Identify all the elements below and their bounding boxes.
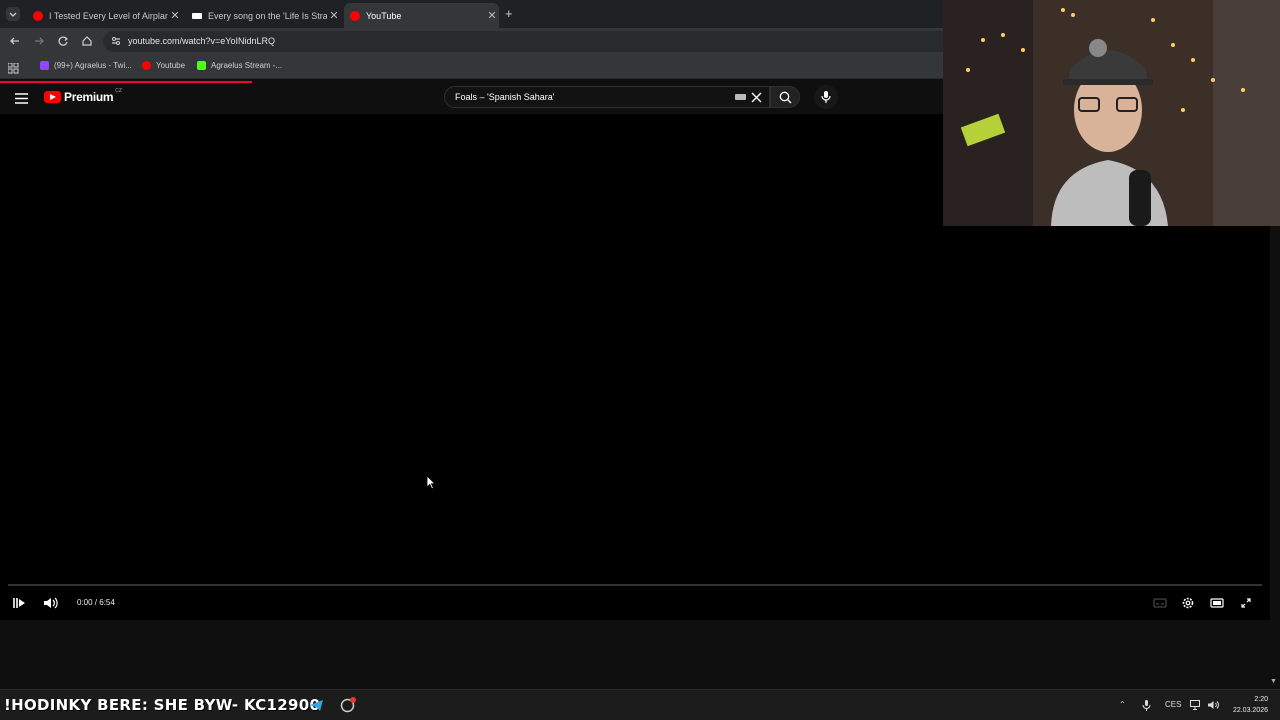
bookmark-twitch[interactable]: (99+) Agraelus - Twi...	[40, 61, 132, 70]
apps-grid-icon[interactable]	[7, 61, 19, 79]
close-tab-icon[interactable]: ✕	[485, 9, 499, 22]
clear-search-icon[interactable]	[751, 92, 762, 103]
back-arrow-icon[interactable]	[8, 34, 22, 48]
network-icon[interactable]	[1190, 700, 1201, 712]
tab-search-button[interactable]	[6, 7, 20, 21]
bookmark-label: Youtube	[156, 61, 186, 70]
play-pause-icon[interactable]	[12, 596, 26, 610]
bookmark-kick[interactable]: Agraelus Stream -...	[197, 61, 282, 70]
mouse-cursor-icon	[426, 475, 436, 490]
new-tab-button[interactable]: +	[505, 6, 513, 21]
search-query: Foals – 'Spanish Sahara'	[455, 92, 555, 102]
country-code: CZ	[115, 88, 122, 94]
youtube-play-logo-icon	[44, 91, 61, 103]
keyboard-icon[interactable]	[735, 94, 746, 100]
chevron-down-icon	[9, 12, 17, 17]
search-button[interactable]	[770, 86, 800, 108]
input-language[interactable]: CES	[1165, 700, 1181, 709]
search-icon	[779, 91, 792, 104]
clock-time: 2:20	[1254, 696, 1268, 703]
clock-date: 22.03.2026	[1232, 707, 1268, 714]
fullscreen-icon[interactable]	[1239, 596, 1253, 610]
scroll-down-icon[interactable]: ▼	[1270, 678, 1277, 685]
show-hidden-icons-icon[interactable]: ⌃	[1119, 700, 1126, 709]
page-loading-bar	[0, 81, 252, 83]
bookmark-label: (99+) Agraelus - Twi...	[54, 61, 132, 70]
site-settings-icon[interactable]	[110, 35, 122, 47]
settings-gear-icon[interactable]	[1181, 596, 1195, 610]
windows-taskbar: !HODINKY BERE: SHE BYW- KC12900 ⌃ CES 2:…	[0, 689, 1280, 720]
subtitles-icon[interactable]	[1153, 596, 1167, 610]
below-player-area	[0, 620, 1280, 688]
kick-icon	[197, 61, 206, 70]
logo-text: Premium	[64, 90, 114, 104]
search-input[interactable]: Foals – 'Spanish Sahara'	[444, 86, 770, 108]
home-icon[interactable]	[80, 34, 94, 48]
tab-title: Every song on the 'Life Is Strange'	[208, 10, 327, 21]
tab-life-is-strange[interactable]: Every song on the 'Life Is Strange' ✕	[186, 3, 341, 28]
tab-youtube[interactable]: YouTube ✕	[344, 3, 499, 28]
video-progress-bar[interactable]	[8, 584, 1262, 586]
tab-airplane[interactable]: I Tested Every Level of Airplane ✕	[27, 3, 182, 28]
tab-strip: I Tested Every Level of Airplane ✕ Every…	[0, 0, 943, 28]
url-text: youtube.com/watch?v=eYoINidnLRQ	[128, 36, 276, 46]
tab-title: YouTube	[366, 10, 402, 21]
stream-ticker: !HODINKY BERE: SHE BYW- KC12900	[4, 696, 321, 714]
nme-favicon-icon	[192, 12, 202, 19]
twitch-icon	[40, 61, 49, 70]
youtube-icon	[142, 61, 151, 70]
volume-icon[interactable]	[43, 596, 58, 610]
hamburger-menu-icon[interactable]	[15, 91, 28, 109]
time-display: 0:00 / 6:54	[77, 598, 115, 607]
bookmark-label: Agraelus Stream -...	[211, 61, 283, 70]
youtube-favicon-icon	[350, 10, 360, 21]
system-clock[interactable]: 2:20 22.03.2026	[1233, 694, 1268, 716]
browser-toolbar: youtube.com/watch?v=eYoINidnLRQ	[0, 28, 943, 55]
theater-mode-icon[interactable]	[1210, 596, 1224, 610]
bookmarks-bar: (99+) Agraelus - Twi... Youtube Agraelus…	[0, 55, 943, 79]
streamer-webcam	[943, 0, 1280, 226]
youtube-favicon-icon	[33, 10, 43, 21]
close-tab-icon[interactable]: ✕	[327, 9, 341, 22]
microphone-icon	[821, 91, 831, 103]
tab-title: I Tested Every Level of Airplane	[49, 10, 168, 21]
reload-icon[interactable]	[56, 34, 70, 48]
youtube-premium-logo[interactable]: Premium CZ	[44, 88, 122, 104]
microphone-tray-icon[interactable]	[1142, 700, 1151, 713]
webcam-streamer-image	[943, 0, 1280, 226]
volume-tray-icon[interactable]	[1208, 700, 1220, 712]
voice-search-button[interactable]	[814, 85, 838, 109]
address-bar[interactable]: youtube.com/watch?v=eYoINidnLRQ	[103, 31, 943, 52]
app-taskbar-icon[interactable]	[339, 697, 356, 714]
bookmark-youtube[interactable]: Youtube	[142, 61, 185, 70]
telegram-taskbar-icon[interactable]	[308, 697, 325, 714]
forward-arrow-icon[interactable]	[32, 34, 46, 48]
close-tab-icon[interactable]: ✕	[168, 9, 182, 22]
